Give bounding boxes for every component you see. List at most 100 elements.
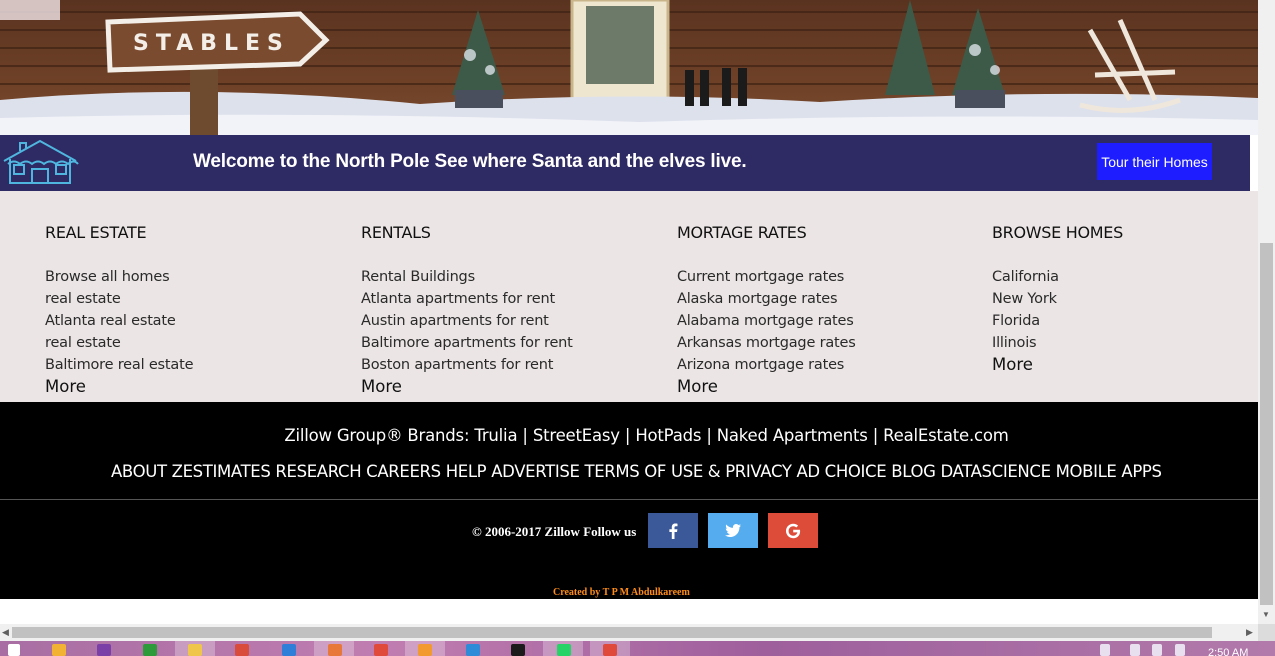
scroll-right-arrow-icon[interactable]: ▶ xyxy=(1246,627,1253,638)
cabin-scene-image: STABLES xyxy=(0,0,1258,135)
credit-text: Created by T P M Abdulkareem xyxy=(553,587,690,598)
link-austin-apartments[interactable]: Austin apartments for rent xyxy=(361,310,661,332)
taskbar-app-icon[interactable] xyxy=(418,644,432,656)
chrome-icon[interactable] xyxy=(374,644,388,656)
column-title: MORTAGE RATES xyxy=(677,223,807,242)
brand-separator: | xyxy=(706,426,712,445)
link-baltimore-real-estate[interactable]: Baltimore real estate xyxy=(45,354,345,376)
brand-separator: | xyxy=(624,426,631,445)
nav-mobile-apps[interactable]: MOBILE APPS xyxy=(1056,462,1162,481)
link-browse-all-homes[interactable]: Browse all homes xyxy=(45,266,345,288)
nav-about[interactable]: ABOUT xyxy=(111,462,167,481)
facebook-icon xyxy=(669,523,678,539)
volume-icon[interactable] xyxy=(1175,644,1185,656)
brand-link-hotpads[interactable]: HotPads xyxy=(635,426,701,445)
link-alabama-mortgage-rates[interactable]: Alabama mortgage rates xyxy=(677,310,977,332)
brand-link-streeteasy[interactable]: StreetEasy xyxy=(533,426,620,445)
nav-advertise[interactable]: ADVERTISE xyxy=(491,462,580,481)
scroll-left-arrow-icon[interactable]: ◀ xyxy=(2,627,9,638)
column-real-estate: REAL ESTATE Browse all homes real estate… xyxy=(45,224,345,398)
banner-headline: Welcome to the North Pole See where Sant… xyxy=(193,151,747,172)
tour-homes-button[interactable]: Tour their Homes xyxy=(1097,143,1212,180)
start-icon[interactable] xyxy=(8,644,20,656)
horizontal-scroll-thumb[interactable] xyxy=(12,627,1212,638)
taskbar-clock[interactable]: 2:50 AM xyxy=(1208,647,1248,656)
follow-us-label: Follow us xyxy=(583,524,637,539)
taskbar-app-icon[interactable] xyxy=(235,644,249,656)
windows-taskbar: 2:50 AM xyxy=(0,641,1275,656)
site-footer: Zillow Group® Brands: Trulia | StreetEas… xyxy=(0,402,1258,599)
more-link[interactable]: More xyxy=(677,376,977,398)
taskbar-app-icon[interactable] xyxy=(282,644,296,656)
nav-datascience[interactable]: DATASCIENCE xyxy=(940,462,1051,481)
nav-terms-privacy[interactable]: TERMS OF USE & PRIVACY xyxy=(584,462,791,481)
chrome-icon[interactable] xyxy=(603,644,617,656)
link-new-york[interactable]: New York xyxy=(992,288,1275,310)
footer-nav: ABOUT ZESTIMATES RESEARCH CAREERS HELP A… xyxy=(111,462,1191,481)
column-browse-homes: BROWSE HOMES California New York Florida… xyxy=(992,224,1275,376)
link-arizona-mortgage-rates[interactable]: Arizona mortgage rates xyxy=(677,354,977,376)
hero-image: STABLES xyxy=(0,0,1258,135)
taskbar-app-icon[interactable] xyxy=(511,644,525,656)
more-link[interactable]: More xyxy=(361,376,661,398)
brand-link-trulia[interactable]: Trulia xyxy=(474,426,517,445)
twitter-button[interactable] xyxy=(708,513,758,548)
column-title: REAL ESTATE xyxy=(45,223,147,242)
footer-links-section: REAL ESTATE Browse all homes real estate… xyxy=(0,191,1258,402)
link-rental-buildings[interactable]: Rental Buildings xyxy=(361,266,661,288)
scrollbar-corner xyxy=(1258,624,1275,641)
brand-separator: | xyxy=(522,426,528,445)
brands-row: Zillow Group® Brands: Trulia | StreetEas… xyxy=(0,426,1275,445)
link-illinois[interactable]: Illinois xyxy=(992,332,1275,354)
column-mortgage-rates: MORTAGE RATES Current mortgage rates Ala… xyxy=(677,224,977,398)
tray-icon[interactable] xyxy=(1100,644,1110,656)
house-icon xyxy=(0,137,80,187)
link-california[interactable]: California xyxy=(992,266,1275,288)
folder-icon[interactable] xyxy=(188,644,202,656)
copyright-label: © 2006-2017 Zillow xyxy=(472,524,580,539)
column-rentals: RENTALS Rental Buildings Atlanta apartme… xyxy=(361,224,661,398)
north-pole-banner: Welcome to the North Pole See where Sant… xyxy=(0,135,1250,191)
taskbar-app-icon[interactable] xyxy=(52,644,66,656)
taskbar-app-icon[interactable] xyxy=(143,644,157,656)
more-link[interactable]: More xyxy=(45,376,345,398)
brand-link-realestate-com[interactable]: RealEstate.com xyxy=(883,426,1009,445)
more-link[interactable]: More xyxy=(992,354,1275,376)
link-baltimore-apartments[interactable]: Baltimore apartments for rent xyxy=(361,332,661,354)
link-alaska-mortgage-rates[interactable]: Alaska mortgage rates xyxy=(677,288,977,310)
link-atlanta-apartments[interactable]: Atlanta apartments for rent xyxy=(361,288,661,310)
nav-zestimates[interactable]: ZESTIMATES xyxy=(172,462,271,481)
facebook-button[interactable] xyxy=(648,513,698,548)
google-icon xyxy=(786,523,801,538)
network-icon[interactable] xyxy=(1130,644,1140,656)
brand-link-naked-apartments[interactable]: Naked Apartments xyxy=(717,426,868,445)
brand-separator: | xyxy=(872,426,879,445)
link-atlanta-real-estate[interactable]: Atlanta real estate xyxy=(45,310,345,332)
nav-careers[interactable]: CAREERS xyxy=(366,462,441,481)
nav-research[interactable]: RESEARCH xyxy=(275,462,361,481)
google-plus-button[interactable] xyxy=(768,513,818,548)
link-arkansas-mortgage-rates[interactable]: Arkansas mortgage rates xyxy=(677,332,977,354)
taskbar-app-icon[interactable] xyxy=(97,644,111,656)
taskbar-app-icon[interactable] xyxy=(328,644,342,656)
whatsapp-icon[interactable] xyxy=(557,644,571,656)
taskbar-app-icon[interactable] xyxy=(466,644,480,656)
nav-help[interactable]: HELP xyxy=(446,462,487,481)
link-boston-apartments[interactable]: Boston apartments for rent xyxy=(361,354,661,376)
twitter-icon xyxy=(725,524,741,537)
vertical-scroll-thumb[interactable] xyxy=(1260,243,1273,605)
stables-sign-text: STABLES xyxy=(133,31,290,56)
column-title: BROWSE HOMES xyxy=(992,223,1123,242)
copyright-text: © 2006-2017 Zillow Follow us xyxy=(472,524,636,540)
footer-divider xyxy=(0,499,1258,500)
scroll-down-arrow-icon[interactable]: ▼ xyxy=(1262,610,1270,619)
battery-icon[interactable] xyxy=(1152,644,1162,656)
link-florida[interactable]: Florida xyxy=(992,310,1275,332)
nav-ad-choice[interactable]: AD CHOICE xyxy=(796,462,886,481)
brands-prefix: Zillow Group® Brands: xyxy=(284,426,470,445)
nav-blog[interactable]: BLOG xyxy=(891,462,936,481)
link-real-estate-2[interactable]: real estate xyxy=(45,332,345,354)
link-current-mortgage-rates[interactable]: Current mortgage rates xyxy=(677,266,977,288)
column-title: RENTALS xyxy=(361,223,431,242)
link-real-estate[interactable]: real estate xyxy=(45,288,345,310)
